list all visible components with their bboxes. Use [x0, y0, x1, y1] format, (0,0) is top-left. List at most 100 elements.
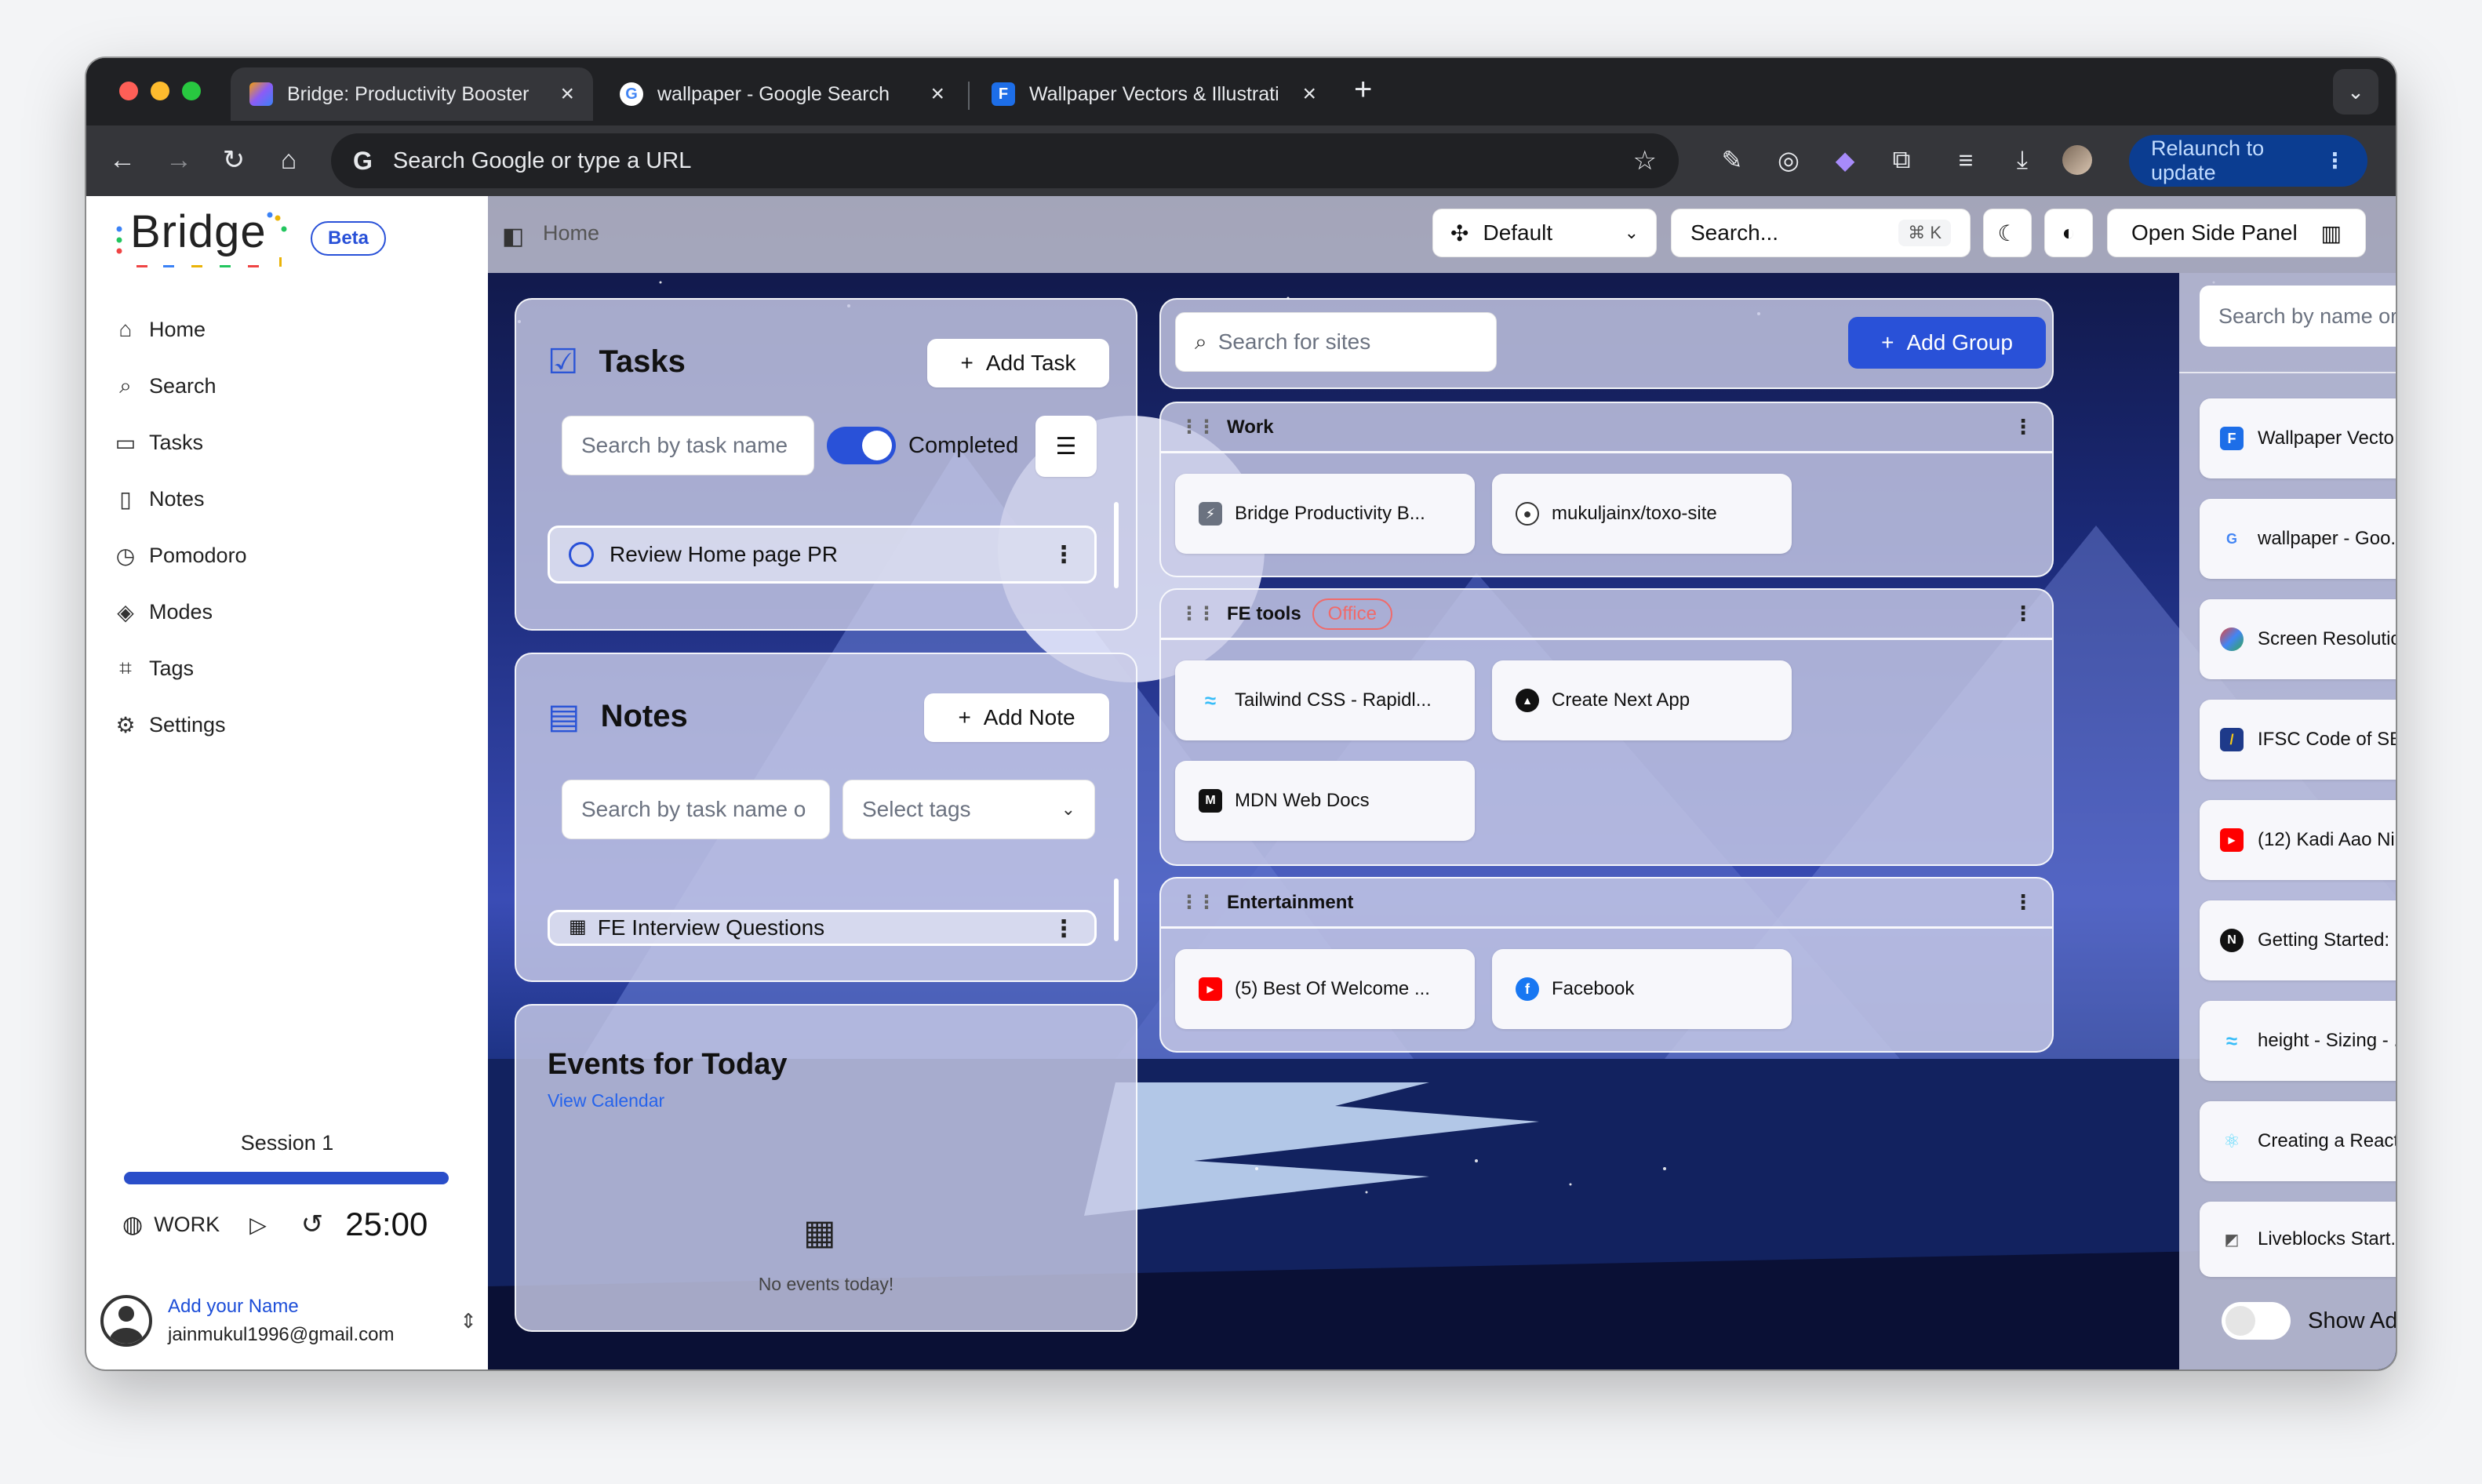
mode-switch[interactable]: ◍ WORK — [122, 1211, 220, 1238]
side-panel-search-input[interactable]: Search by name or url — [2200, 286, 2396, 347]
chevron-updown-icon[interactable]: ⇕ — [460, 1309, 477, 1333]
target-extension-icon[interactable]: ◎ — [1770, 141, 1807, 179]
site-card[interactable]: ≈ Tailwind CSS - Rapidl... — [1175, 660, 1475, 740]
maximize-window-button[interactable] — [182, 82, 201, 100]
view-calendar-link[interactable]: View Calendar — [548, 1090, 664, 1111]
screen-icon — [2220, 627, 2244, 651]
theme-button[interactable]: ◐ — [2044, 209, 2093, 257]
group-work: ⋮⋮ Work ⋮ ⚡ Bridge Productivity B... ● m… — [1159, 402, 2054, 577]
open-tab-card[interactable]: ▶ (12) Kadi Aao Ni ... — [2200, 800, 2396, 880]
profile-avatar[interactable] — [2058, 141, 2096, 179]
panel-right-icon: ▥ — [2320, 220, 2342, 246]
address-bar[interactable]: G Search Google or type a URL ☆ — [331, 133, 1679, 188]
note-item[interactable]: ▦ FE Interview Questions ⋮ — [548, 910, 1097, 946]
site-card[interactable]: ▶ (5) Best Of Welcome ... — [1175, 949, 1475, 1029]
open-tab-card[interactable]: ⚛ Creating a React... — [2200, 1101, 2396, 1181]
tab-freepik[interactable]: F Wallpaper Vectors & Illustrati × — [973, 67, 1335, 121]
more-vert-icon[interactable]: ⋮ — [2013, 890, 2033, 915]
site-card[interactable]: f Facebook — [1492, 949, 1792, 1029]
tags-select[interactable]: Select tags ⌄ — [842, 780, 1095, 839]
more-vert-icon[interactable]: ⋮ — [1052, 915, 1075, 943]
new-tab-button[interactable]: + — [1354, 72, 1372, 107]
tab-google[interactable]: G wallpaper - Google Search × — [601, 67, 963, 121]
download-icon[interactable]: ⤓ — [2003, 141, 2041, 179]
task-search-input[interactable]: Search by task name — [562, 416, 814, 475]
google-icon: G — [620, 82, 643, 106]
react-icon: ⚛ — [2223, 1130, 2240, 1152]
play-icon[interactable]: ▷ — [249, 1212, 267, 1238]
open-tab-card[interactable]: Screen Resolutio... — [2200, 599, 2396, 679]
drag-handle-icon[interactable]: ⋮⋮ — [1180, 416, 1216, 438]
events-heading: Events for Today — [548, 1048, 788, 1081]
site-card[interactable]: ▲ Create Next App — [1492, 660, 1792, 740]
reading-list-icon[interactable]: ≡ — [1947, 141, 1985, 179]
task-checkbox[interactable] — [569, 542, 594, 567]
close-tab-icon[interactable]: × — [1302, 81, 1316, 107]
relaunch-button[interactable]: Relaunch to update ⋮ — [2129, 135, 2367, 187]
close-window-button[interactable] — [119, 82, 138, 100]
open-tab-card[interactable]: F Wallpaper Vecto... — [2200, 398, 2396, 478]
window-controls — [119, 82, 201, 100]
drag-handle-icon[interactable]: ⋮⋮ — [1180, 602, 1216, 625]
minimize-window-button[interactable] — [151, 82, 169, 100]
sidebar-item-search[interactable]: ⌕ Search — [111, 358, 247, 414]
global-search-button[interactable]: Search... ⌘ K — [1671, 209, 1971, 257]
sidebar-toggle-icon[interactable]: ◧ — [502, 223, 524, 250]
chevron-down-icon: ⌄ — [1061, 799, 1075, 819]
tasks-scrollbar[interactable] — [1114, 502, 1119, 588]
note-search-input[interactable]: Search by task name o — [562, 780, 830, 839]
drag-handle-icon[interactable]: ⋮⋮ — [1180, 891, 1216, 914]
sidebar-item-settings[interactable]: ⚙ Settings — [111, 697, 247, 753]
user-name[interactable]: Add your Name — [168, 1296, 395, 1318]
more-vert-icon[interactable]: ⋮ — [2013, 415, 2033, 439]
user-menu[interactable]: Add your Name jainmukul1996@gmail.com ⇕ — [100, 1282, 477, 1360]
tab-bridge[interactable]: Bridge: Productivity Booster × — [231, 67, 593, 121]
sidebar-item-home[interactable]: ⌂ Home — [111, 301, 247, 358]
pen-extension-icon[interactable]: ✎ — [1713, 141, 1751, 179]
sidebar-item-modes[interactable]: ◈ Modes — [111, 584, 247, 640]
add-note-button[interactable]: + Add Note — [924, 693, 1109, 742]
add-task-button[interactable]: + Add Task — [927, 339, 1109, 387]
close-tab-icon[interactable]: × — [560, 81, 574, 107]
forward-button[interactable]: → — [157, 138, 201, 182]
session-label: Session 1 — [240, 1131, 334, 1155]
open-tab-card[interactable]: ◩ Liveblocks Start... — [2200, 1202, 2396, 1277]
home-button[interactable]: ⌂ — [267, 138, 311, 182]
sidebar-item-tasks[interactable]: ▭ Tasks — [111, 414, 247, 471]
reload-button[interactable]: ↻ — [212, 138, 256, 182]
back-button[interactable]: ← — [100, 138, 144, 182]
task-filter-button[interactable]: ☰ — [1035, 416, 1097, 477]
pomodoro-controls: ◍ WORK ▷ ↺ 25:00 — [122, 1198, 468, 1250]
bridge-logo[interactable]: Bridge — [130, 206, 267, 258]
mode-select[interactable]: ✣ Default ⌄ — [1432, 209, 1657, 257]
breadcrumb: Home — [543, 221, 600, 245]
task-item[interactable]: Review Home page PR ⋮ — [548, 526, 1097, 584]
dark-mode-button[interactable]: ☾ — [1983, 209, 2032, 257]
open-tab-card[interactable]: G wallpaper - Goo... — [2200, 499, 2396, 579]
sidebar-item-pomodoro[interactable]: ◷ Pomodoro — [111, 527, 247, 584]
extensions-puzzle-icon[interactable]: ⧉ — [1883, 141, 1920, 179]
bridge-extension-icon[interactable]: ◆ — [1826, 141, 1864, 179]
open-tab-card[interactable]: / IFSC Code of SB... — [2200, 700, 2396, 780]
add-group-button[interactable]: + Add Group — [1848, 317, 2046, 369]
more-vert-icon: ⋮ — [2324, 148, 2346, 173]
notes-scrollbar[interactable] — [1114, 878, 1119, 941]
close-tab-icon[interactable]: × — [930, 81, 944, 107]
site-search-input[interactable]: ⌕ Search for sites — [1175, 312, 1497, 372]
open-tab-card[interactable]: ≈ height - Sizing - ... — [2200, 1001, 2396, 1081]
more-vert-icon[interactable]: ⋮ — [2013, 602, 2033, 626]
site-card[interactable]: ● mukuljainx/toxo-site — [1492, 474, 1792, 554]
site-card[interactable]: ⚡ Bridge Productivity B... — [1175, 474, 1475, 554]
more-vert-icon[interactable]: ⋮ — [1052, 541, 1075, 569]
group-header: ⋮⋮ Work ⋮ — [1161, 403, 2052, 453]
open-side-panel-button[interactable]: Open Side Panel ▥ — [2107, 209, 2366, 257]
bookmark-star-icon[interactable]: ☆ — [1633, 145, 1657, 176]
tab-search-button[interactable]: ⌄ — [2333, 69, 2378, 115]
sidebar-item-notes[interactable]: ▯ Notes — [111, 471, 247, 527]
open-tab-card[interactable]: N Getting Started: ... — [2200, 900, 2396, 980]
sidebar-item-tags[interactable]: ⌗ Tags — [111, 640, 247, 697]
reset-icon[interactable]: ↺ — [301, 1209, 324, 1240]
completed-toggle[interactable] — [827, 427, 896, 464]
site-card[interactable]: M MDN Web Docs — [1175, 761, 1475, 841]
show-added-toggle[interactable] — [2222, 1302, 2291, 1340]
